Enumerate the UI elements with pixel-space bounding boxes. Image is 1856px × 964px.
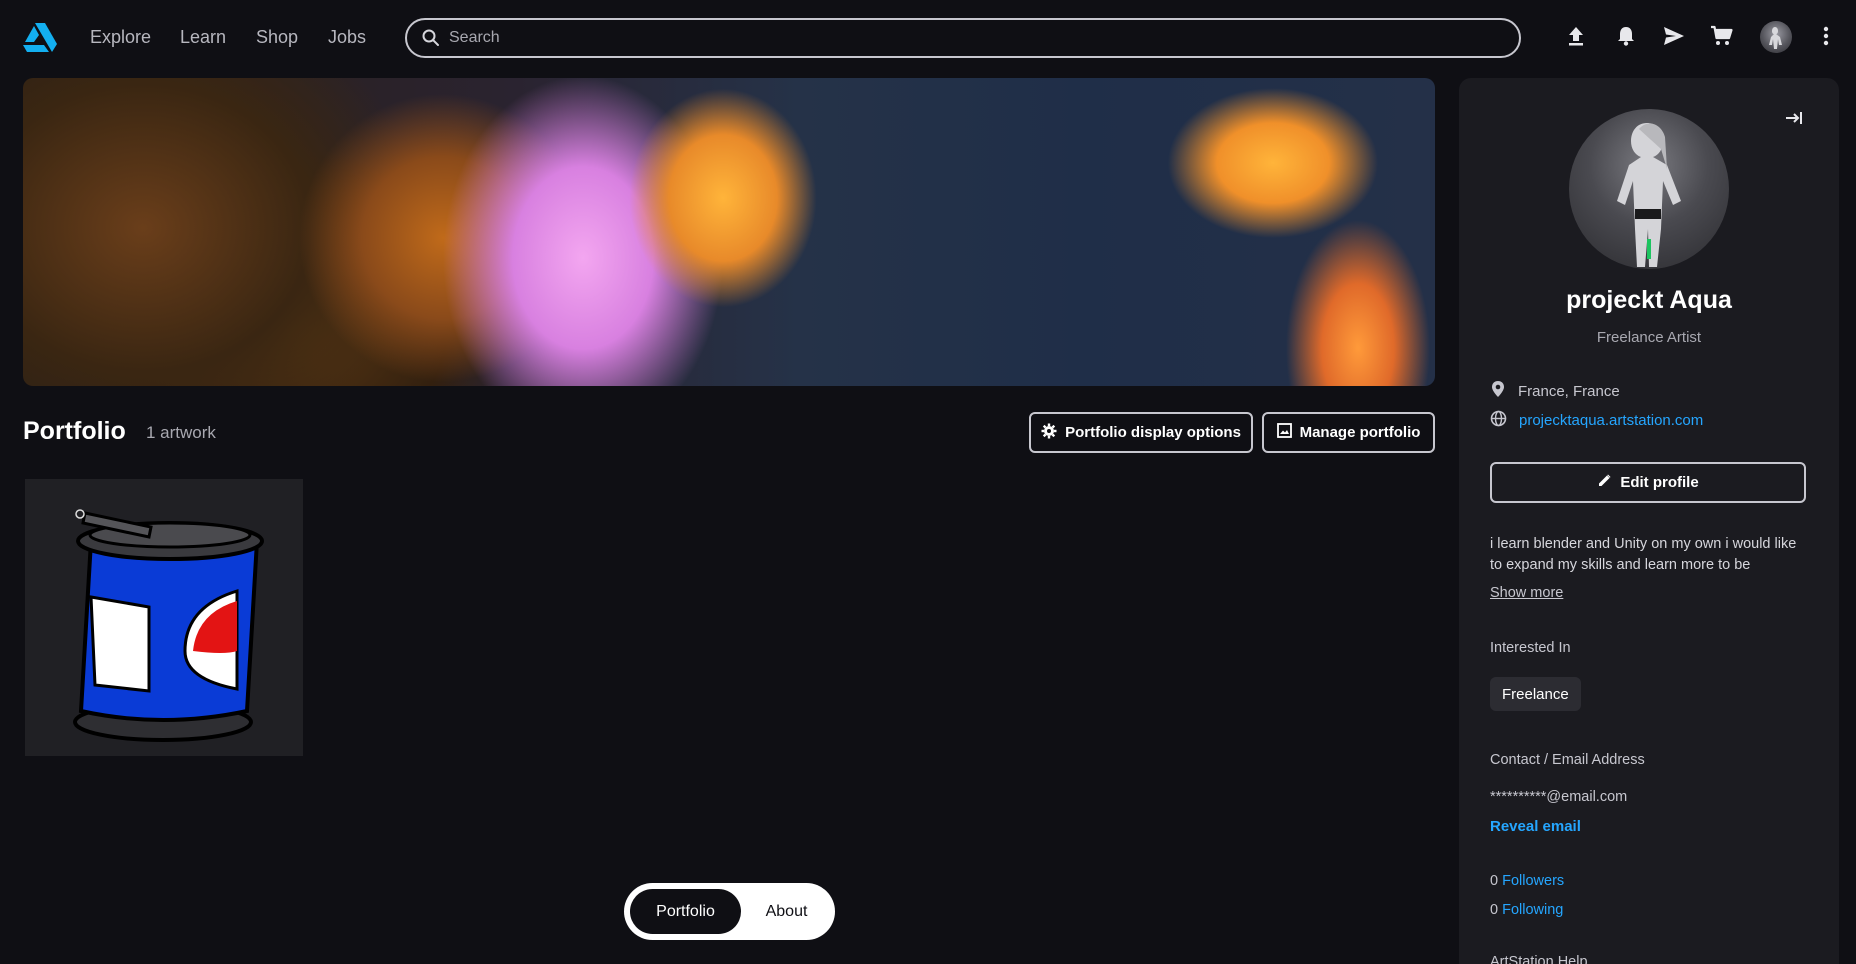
profile-sidebar: projeckt Aqua Freelance Artist France, F… bbox=[1459, 78, 1839, 964]
user-avatar[interactable] bbox=[1760, 21, 1792, 53]
image-icon bbox=[1276, 423, 1292, 442]
more-vertical-icon[interactable] bbox=[1812, 22, 1840, 50]
profile-bio: i learn blender and Unity on my own i wo… bbox=[1490, 536, 1797, 573]
followers-link[interactable]: Followers bbox=[1502, 873, 1564, 889]
profile-headline: Freelance Artist bbox=[1596, 329, 1702, 346]
interested-in-label: Interested In bbox=[1490, 640, 1571, 656]
website-row: projecktaqua.artstation.com bbox=[1490, 409, 1703, 431]
nav-jobs[interactable]: Jobs bbox=[328, 27, 366, 48]
followers-count: 0 bbox=[1490, 873, 1499, 889]
nav-learn[interactable]: Learn bbox=[180, 27, 226, 48]
cart-icon[interactable] bbox=[1708, 22, 1736, 50]
show-more-link[interactable]: Show more bbox=[1490, 585, 1563, 601]
tab-portfolio[interactable]: Portfolio bbox=[630, 889, 741, 934]
collapse-panel-icon[interactable] bbox=[1784, 108, 1804, 128]
artstation-logo-icon[interactable] bbox=[22, 19, 58, 55]
reveal-email-link[interactable]: Reveal email bbox=[1490, 818, 1581, 835]
edit-profile-button[interactable]: Edit profile bbox=[1490, 462, 1806, 503]
portfolio-about-toggle: Portfolio About bbox=[624, 883, 835, 940]
artstation-help-label[interactable]: ArtStation Help bbox=[1490, 954, 1588, 964]
manage-portfolio-label: Manage portfolio bbox=[1299, 424, 1421, 441]
masked-email: **********@email.com bbox=[1490, 789, 1628, 805]
artwork-thumbnail[interactable] bbox=[25, 479, 303, 756]
edit-profile-label: Edit profile bbox=[1620, 474, 1699, 491]
profile-cover-image bbox=[23, 78, 1435, 386]
interest-chip-freelance: Freelance bbox=[1490, 677, 1581, 711]
location-row: France, France bbox=[1490, 380, 1620, 402]
profile-name: projeckt Aqua bbox=[1566, 286, 1732, 314]
nav-shop[interactable]: Shop bbox=[256, 27, 298, 48]
search-icon bbox=[421, 28, 441, 48]
artwork-count: 1 artwork bbox=[146, 423, 216, 442]
globe-icon bbox=[1490, 410, 1507, 431]
send-icon[interactable] bbox=[1660, 22, 1688, 50]
search-input[interactable] bbox=[449, 22, 1509, 54]
following-row: 0 Following bbox=[1490, 902, 1563, 918]
portfolio-display-options-button[interactable]: Portfolio display options bbox=[1029, 412, 1253, 453]
upload-icon[interactable] bbox=[1562, 22, 1590, 50]
followers-row: 0 Followers bbox=[1490, 873, 1564, 889]
profile-avatar bbox=[1569, 109, 1729, 269]
tab-about[interactable]: About bbox=[744, 889, 829, 934]
search-bar bbox=[405, 18, 1521, 58]
manage-portfolio-button[interactable]: Manage portfolio bbox=[1262, 412, 1435, 453]
website-link[interactable]: projecktaqua.artstation.com bbox=[1519, 412, 1703, 429]
location-pin-icon bbox=[1490, 380, 1506, 402]
pencil-icon bbox=[1597, 473, 1612, 492]
bell-icon[interactable] bbox=[1612, 22, 1640, 50]
portfolio-display-options-label: Portfolio display options bbox=[1065, 424, 1241, 441]
portfolio-heading: Portfolio bbox=[23, 417, 126, 445]
nav-explore[interactable]: Explore bbox=[90, 27, 151, 48]
gear-icon bbox=[1041, 423, 1057, 443]
location-text: France, France bbox=[1518, 382, 1620, 400]
top-navigation-bar: Explore Learn Shop Jobs bbox=[0, 0, 1856, 76]
contact-label: Contact / Email Address bbox=[1490, 752, 1645, 768]
following-link[interactable]: Following bbox=[1502, 902, 1563, 918]
following-count: 0 bbox=[1490, 902, 1499, 918]
